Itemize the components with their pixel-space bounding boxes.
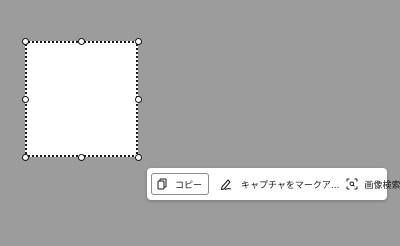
markup-button[interactable]: キャプチャをマークア... — [217, 173, 344, 195]
resize-handle-bottom-right[interactable] — [135, 154, 142, 161]
copy-button[interactable]: コピー — [151, 173, 210, 195]
resize-handle-bottom[interactable] — [78, 154, 85, 161]
pen-icon — [219, 178, 233, 190]
markup-label: キャプチャをマークア... — [241, 180, 340, 191]
capture-toolbar: コピー キャプチャをマークア... 画像検索 — [147, 168, 400, 200]
resize-handle-right[interactable] — [135, 96, 142, 103]
resize-handle-top-right[interactable] — [135, 38, 142, 45]
visual-search-icon — [346, 178, 358, 190]
capture-selection[interactable] — [25, 41, 138, 157]
image-search-button[interactable]: 画像検索 — [344, 173, 400, 195]
copy-label: コピー — [175, 180, 203, 191]
copy-icon — [157, 178, 167, 190]
resize-handle-left[interactable] — [22, 96, 29, 103]
resize-handle-bottom-left[interactable] — [22, 154, 29, 161]
resize-handle-top[interactable] — [78, 38, 85, 45]
image-search-label: 画像検索 — [364, 180, 400, 191]
resize-handle-top-left[interactable] — [22, 38, 29, 45]
